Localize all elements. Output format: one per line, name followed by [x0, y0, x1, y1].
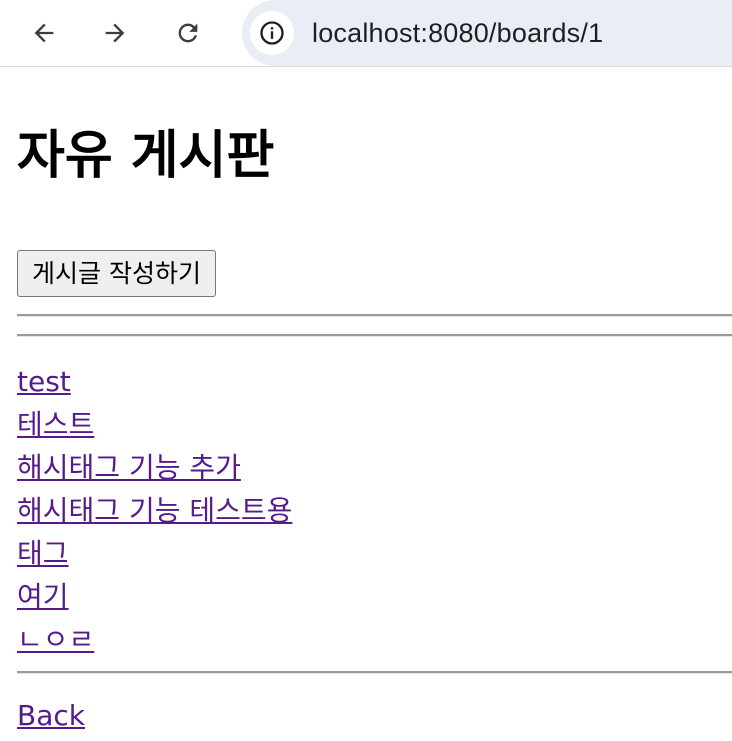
divider [17, 334, 732, 337]
post-link[interactable]: 해시태그 기능 테스트용 [17, 494, 292, 527]
address-bar[interactable]: localhost:8080/boards/1 [242, 0, 732, 66]
divider [17, 314, 732, 317]
post-list: test 테스트 해시태그 기능 추가 해시태그 기능 테스트용 태그 여기 ㄴ… [17, 360, 292, 661]
reload-button[interactable] [168, 13, 208, 53]
info-icon [260, 21, 284, 45]
list-item: 태그 [17, 532, 292, 575]
post-link[interactable]: 태그 [17, 537, 69, 570]
url-text[interactable]: localhost:8080/boards/1 [312, 18, 603, 49]
back-link-wrapper: Back [17, 694, 85, 737]
post-link[interactable]: 해시태그 기능 추가 [17, 451, 241, 484]
list-item: ㄴㅇㄹ [17, 618, 292, 661]
arrow-left-icon [34, 23, 54, 43]
list-item: 테스트 [17, 403, 292, 446]
post-link[interactable]: 테스트 [17, 408, 94, 441]
list-item: 여기 [17, 575, 292, 618]
arrow-right-icon [105, 23, 125, 43]
back-link[interactable]: Back [17, 699, 85, 732]
browser-toolbar: localhost:8080/boards/1 [0, 0, 732, 67]
page-title: 자유 게시판 [17, 126, 275, 186]
post-link[interactable]: ㄴㅇㄹ [17, 623, 94, 656]
site-info-button[interactable] [250, 11, 294, 55]
post-link[interactable]: test [17, 365, 71, 398]
write-post-button[interactable]: 게시글 작성하기 [17, 250, 216, 297]
divider [17, 671, 732, 674]
list-item: 해시태그 기능 테스트용 [17, 489, 292, 532]
reload-icon [178, 23, 198, 43]
list-item: test [17, 360, 292, 403]
back-button[interactable] [24, 13, 64, 53]
forward-button[interactable] [95, 13, 135, 53]
post-link[interactable]: 여기 [17, 580, 69, 613]
list-item: 해시태그 기능 추가 [17, 446, 292, 489]
